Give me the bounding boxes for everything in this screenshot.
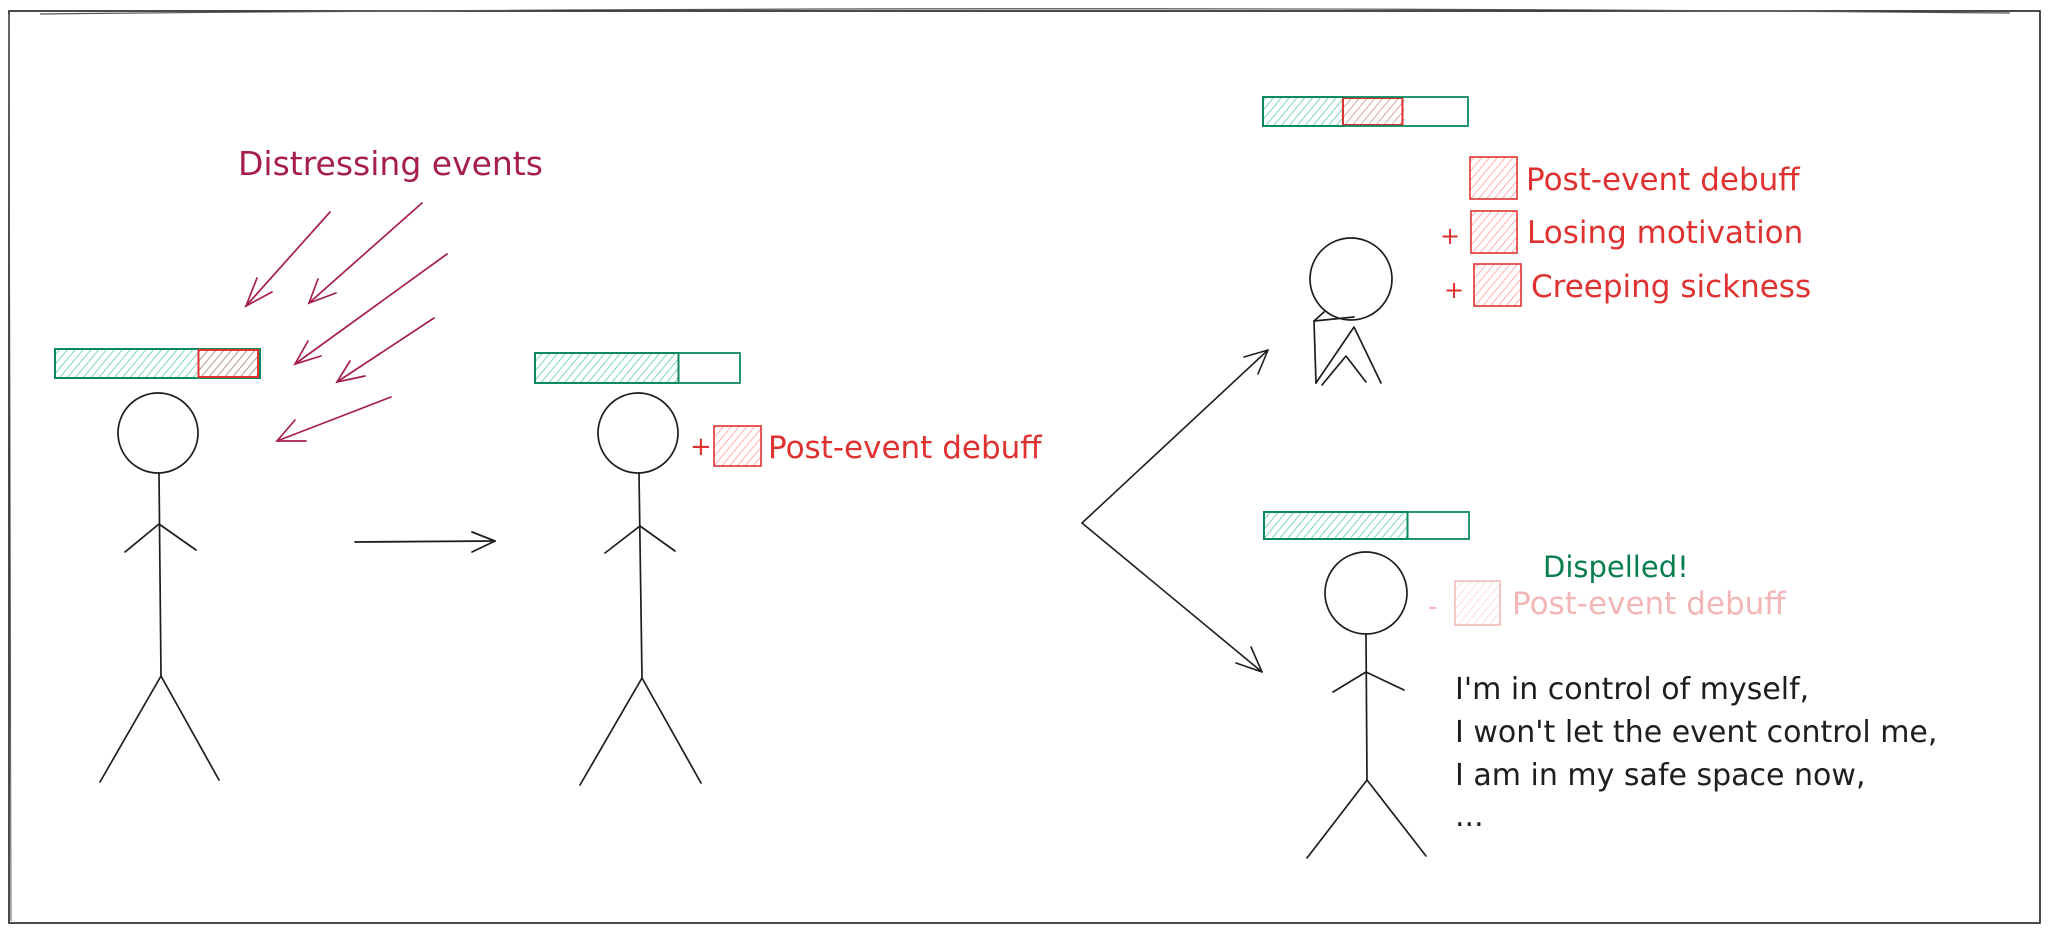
debuff-icon [1470,210,1518,254]
removed-debuff-entry: - Post-event debuff [1428,580,1786,626]
dispelled-status: Dispelled! [1543,550,1689,584]
debuff-entry: + Post-event debuff [690,425,1042,467]
stick-figure-standing [579,392,702,786]
stick-figure-standing [1306,551,1427,859]
figure-head [597,392,679,474]
affirmation-line: I'm in control of myself, [1455,672,1809,707]
debuff-label: Creeping sickness [1531,269,1811,305]
scene-1-distressing-events: Distressing events [54,144,543,783]
debuff-sign: + [1440,222,1460,250]
event-arrow-icon [275,396,392,442]
scene-2-post-event: + Post-event debuff [534,352,1042,786]
debuff-sign: + [1444,276,1464,304]
figure-head [117,392,199,474]
branch-arrow-up-icon [1081,349,1269,524]
figure-head [1309,237,1393,321]
debuff-entry: + Losing motivation [1440,210,1803,254]
stick-figure-standing [99,392,220,783]
affirmation-line: ... [1455,799,1484,834]
debuff-icon [1469,156,1518,200]
debuff-sign: + [690,432,712,462]
transition-arrow-icon [354,531,496,553]
affirmations: I'm in control of myself, I won't let th… [1455,672,1937,834]
branch-arrows [1081,349,1269,673]
scene-3-worse-outcome: Post-event debuff + Losing motivation + … [1262,96,1811,386]
event-arrow-icon [307,202,423,305]
health-bar [1263,511,1470,540]
event-arrow-icon [244,211,331,308]
health-bar [1262,96,1469,127]
health-bar [534,352,741,384]
health-bar [54,348,261,379]
debuff-icon [713,425,762,467]
debuff-icon [1454,580,1501,626]
debuff-entry: Post-event debuff [1469,156,1800,200]
debuff-label: Post-event debuff [1512,586,1786,622]
stick-figure-sitting [1309,237,1393,386]
debuff-icon [1473,263,1522,307]
affirmation-line: I won't let the event control me, [1455,715,1937,750]
event-arrow-icon [293,253,448,366]
branch-arrow-down-icon [1081,522,1263,673]
health-bar-fill [534,352,680,384]
damage-bar-fill [197,349,259,378]
debuff-sign: - [1428,592,1437,622]
health-bar-fill [1262,96,1344,127]
debuff-list: Post-event debuff + Losing motivation + … [1440,156,1811,307]
event-arrows [244,202,448,442]
debuff-label: Post-event debuff [1526,162,1800,198]
damage-bar-fill [1342,97,1405,126]
diagram-canvas: Distressing events + Post-event debuff P… [8,8,2041,924]
figure-head [1324,551,1408,635]
event-arrow-icon [335,317,435,384]
affirmation-line: I am in my safe space now, [1455,758,1865,793]
scene-3-better-outcome: Dispelled! - Post-event debuff I'm in co… [1263,511,1937,859]
debuff-entry: + Creeping sickness [1444,263,1811,307]
debuff-label: Losing motivation [1527,215,1803,251]
health-bar-fill [1263,511,1409,540]
debuff-label: Post-event debuff [768,430,1042,466]
distressing-events-label: Distressing events [238,144,543,183]
